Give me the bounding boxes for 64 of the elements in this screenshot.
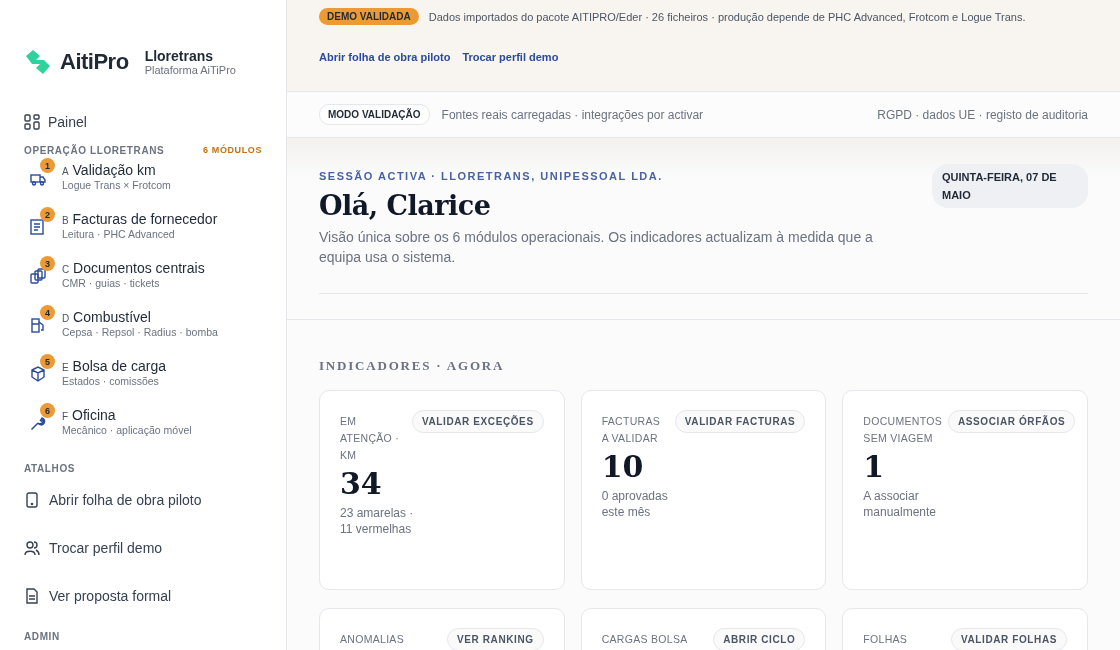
platform-name: Plataforma AiTiPro (144, 64, 236, 76)
indicator-label: DOCUMENTOS SEM VIAGEM (863, 414, 942, 446)
section-title: ADMIN (24, 630, 60, 642)
shortcut-link[interactable]: Ver proposta formal (24, 572, 172, 620)
wrench-icon (30, 415, 46, 431)
indicator-value: 10 (601, 449, 645, 484)
section-heading: INDICADORES · AGORA (319, 358, 506, 374)
action-button[interactable]: VALIDAR FACTURAS (674, 410, 806, 433)
module-count: 6 MÓDULOS (203, 145, 262, 155)
dashboard-link[interactable]: Painel (24, 110, 87, 134)
module-link[interactable]: 6 F Oficina Mecânico · aplicação móvel (24, 403, 192, 452)
section-title: ATALHOS (24, 462, 76, 474)
action-button[interactable]: ASSOCIAR ÓRFÃOS (948, 410, 1076, 433)
fuel-pump-icon (30, 317, 46, 333)
module-link[interactable]: 3 C Documentos centrais CMR · guias · tickets (24, 256, 205, 305)
count-badge: 4 (40, 305, 55, 320)
indicator-label: CARGAS BOLSA (601, 632, 689, 647)
compliance-text: RGPD · dados UE · registo de auditoria (877, 107, 1088, 122)
module-link[interactable]: 1 A Validação km Logue Trans × Frotcom (24, 158, 171, 207)
count-badge: 1 (40, 158, 55, 173)
action-button[interactable]: ABRIR CICLO (713, 628, 806, 650)
section-title: OPERAÇÃO LLORETRANS (24, 144, 165, 156)
indicator-label: FOLHAS (863, 632, 909, 647)
count-badge: 5 (40, 354, 55, 369)
shortcut-link[interactable]: Abrir folha de obra piloto (24, 476, 202, 524)
status-text: Fontes reais carregadas · integrações por activar (441, 107, 704, 122)
action-button[interactable]: VALIDAR EXCEÇÕES (412, 410, 544, 433)
indicator-label: ANOMALIAS (340, 632, 405, 647)
count-badge: 3 (40, 256, 55, 271)
package-icon (30, 366, 46, 382)
banner-text: Dados importados do pacote AITIPRO/Eder · 26 ficheiros · produção depende de PHC Advanced, Frotcom e Logue Trans. (428, 10, 1026, 23)
users-icon (24, 540, 40, 556)
module-link[interactable]: 2 B Facturas de fornecedor Leitura · PHC Advanced (24, 207, 218, 256)
indicator-note: 0 aprovadas este mês (601, 488, 669, 520)
module-link[interactable]: 5 E Bolsa de carga Estados · comissões (24, 354, 166, 403)
phone-icon (24, 492, 40, 508)
module-link[interactable]: 4 D Combustível Cepsa · Repsol · Radius · bomba (24, 305, 218, 354)
session-label: SESSÃO ACTIVA · LLORETRANS, UNIPESSOAL LDA. (319, 170, 664, 182)
indicator-label: FACTURAS A VALIDAR (601, 414, 662, 446)
greeting-heading: Olá, Clarice (319, 190, 492, 221)
banner-link[interactable]: Trocar perfil demo (462, 51, 559, 63)
status-badge: DEMO VALIDADA (319, 8, 419, 25)
documents-icon (30, 268, 46, 284)
indicator-value: 1 (863, 449, 886, 484)
date-pill: QUINTA-FEIRA, 07 DE MAIO (932, 164, 1088, 208)
action-button[interactable]: VALIDAR FOLHAS (951, 628, 1067, 650)
truck-icon (30, 172, 46, 186)
shortcut-link[interactable]: Trocar perfil demo (24, 524, 163, 572)
indicator-value: 34 (340, 466, 383, 501)
indicator-note: 23 amarelas · 11 vermelhas (340, 505, 415, 537)
action-button[interactable]: VER RANKING (447, 628, 544, 650)
logo-icon (24, 50, 52, 74)
indicator-note: A associar manualmente (863, 488, 938, 520)
document-icon (24, 588, 40, 604)
organization-name: Lloretrans (144, 48, 215, 64)
logo-text: AitiPro (60, 49, 129, 75)
indicator-label: EM ATENÇÃO · KM (340, 414, 401, 463)
mode-badge: MODO VALIDAÇÃO (319, 104, 430, 125)
invoice-icon (30, 219, 44, 235)
count-badge: 6 (40, 403, 55, 418)
description-text: Visão única sobre os 6 módulos operacionais. Os indicadores actualizam à medida que a equipa usa o sistema. (319, 228, 874, 267)
count-badge: 2 (40, 207, 55, 222)
dashboard-icon (24, 114, 40, 130)
banner-link[interactable]: Abrir folha de obra piloto (319, 51, 451, 63)
